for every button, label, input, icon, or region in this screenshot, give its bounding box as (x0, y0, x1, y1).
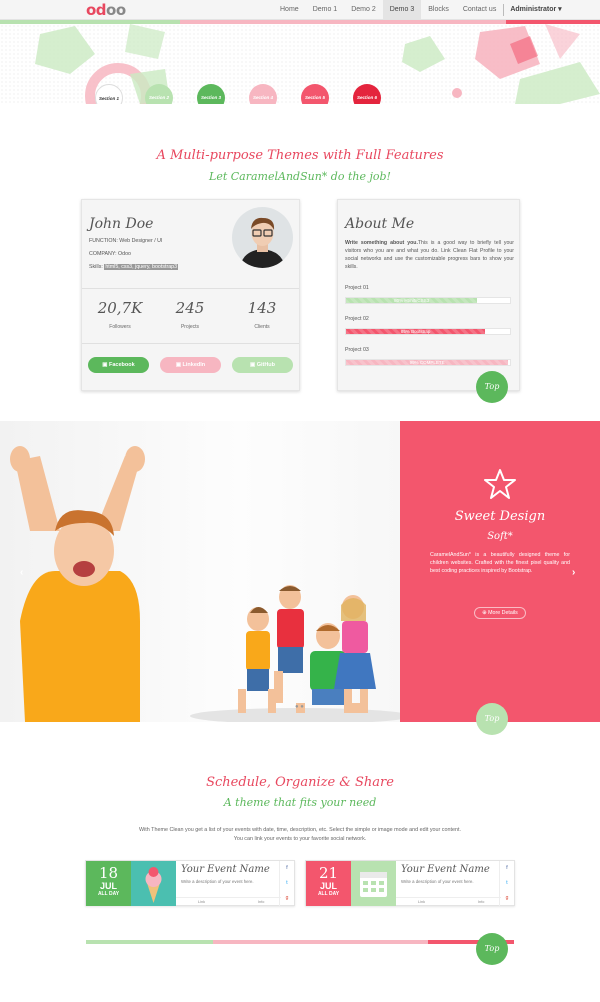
profile-name: John Doe (89, 216, 154, 232)
admin-dropdown[interactable]: Administrator ▾ (504, 0, 561, 19)
facebook-button[interactable]: ▣ Facebook (88, 357, 149, 373)
event-card-1[interactable]: 18 JUL ALL DAY Your Event Name Write a des… (85, 860, 295, 906)
slide-description: CaramelAndSun* is a beautifully designed… (430, 552, 570, 575)
main-menu: Home Demo 1 Demo 2 Demo 3 Blocks Contact… (273, 0, 562, 19)
linkedin-icon: ▣ (175, 362, 183, 368)
kids-illustration (10, 446, 410, 722)
facebook-icon[interactable]: f (500, 861, 514, 876)
google-plus-icon[interactable]: g (500, 891, 514, 906)
feature-slider: ‹ ● ● Sweet Design Soft* CaramelAndSun* … (0, 421, 600, 722)
event-info[interactable]: Info (258, 900, 264, 904)
schedule-subtitle: A theme that fits your need (223, 796, 377, 809)
ice-cream-icon (131, 861, 176, 906)
stat-followers: 20,7K Followers (97, 299, 143, 330)
avatar (232, 207, 293, 268)
section-1-button[interactable]: Section 1 (95, 84, 123, 104)
menu-contact-us[interactable]: Contact us (456, 0, 503, 19)
event-footer: Link Info (396, 897, 501, 906)
odoo-logo[interactable]: odoo (86, 1, 126, 19)
event-card-2[interactable]: 21 JUL ALL DAY Your Event Name Write a des… (305, 860, 515, 906)
twitter-icon[interactable]: t (500, 876, 514, 891)
project-3-bar: 99% COMPLETE (345, 359, 511, 366)
project-1-label: Project 01 (345, 285, 369, 291)
back-to-top-button-3[interactable]: Top (476, 933, 508, 965)
star-icon (484, 469, 516, 499)
menu-demo-3[interactable]: Demo 3 (382, 0, 422, 19)
menu-home[interactable]: Home (273, 0, 306, 19)
section-2-button[interactable]: Section 2 (145, 84, 173, 104)
menu-demo-2[interactable]: Demo 2 (344, 0, 383, 19)
event-description: Write a description of your event here. (181, 879, 254, 884)
event-social: f t g (279, 861, 294, 906)
menu-demo-1[interactable]: Demo 1 (306, 0, 345, 19)
hero-pattern: Section 1 Section 2 Section 3 Section 4 … (0, 24, 600, 104)
schedule-title: Schedule, Organize & Share (206, 775, 394, 790)
event-title: Your Event Name (181, 864, 270, 875)
github-icon: ▣ (249, 362, 257, 368)
skills-value: html5, css3, jquery, bootstrap3 (104, 264, 179, 270)
project-2-bar: 85% Bootstrap (345, 328, 511, 335)
slider-image: ‹ ● ● (0, 421, 410, 722)
profile-divider (82, 288, 299, 289)
about-text: Write something about you.This is a good… (345, 240, 514, 271)
project-2-label: Project 02 (345, 316, 369, 322)
slide-subtitle: Soft* (487, 531, 513, 542)
profile-card: John Doe FUNCTION: Web Designer / UI COM… (81, 199, 300, 391)
more-details-button[interactable]: ⊕ More Details (474, 607, 526, 619)
facebook-icon: ▣ (102, 362, 110, 368)
event-footer: Link Info (176, 897, 281, 906)
headline-subtitle: Let CaramelAndSun* do the job! (209, 170, 391, 183)
slide-title: Sweet Design (454, 509, 546, 524)
event-info[interactable]: Info (478, 900, 484, 904)
footer-bar-pink (213, 940, 428, 944)
slider-prev-icon[interactable]: ‹ (20, 567, 23, 578)
profile-divider-2 (82, 343, 299, 344)
schedule-intro: With Theme Clean you get a list of your … (138, 827, 461, 842)
event-date: 21 JUL ALL DAY (306, 861, 351, 906)
headline-title: A Multi-purpose Themes with Full Feature… (156, 148, 444, 163)
slider-dots[interactable]: ● ● (295, 704, 304, 710)
about-card: About Me Write something about you.This … (337, 199, 520, 391)
event-link[interactable]: Link (198, 900, 205, 904)
linkedin-button[interactable]: ▣ LinkedIn (160, 357, 221, 373)
profile-company: COMPANY: Odoo (89, 251, 131, 257)
section-3-button[interactable]: Section 3 (197, 84, 225, 104)
project-3-label: Project 03 (345, 347, 369, 353)
navbar: odoo Home Demo 1 Demo 2 Demo 3 Blocks Co… (0, 0, 600, 20)
project-1-bar: 80% Html5/CSS3 (345, 297, 511, 304)
section-6-button[interactable]: Section 6 (353, 84, 381, 104)
event-social: f t g (499, 861, 514, 906)
calendar-icon (351, 861, 396, 906)
slider-next-icon[interactable]: › (572, 567, 575, 578)
profile-skills: Skills: html5, css3, jquery, bootstrap3 (89, 264, 179, 270)
back-to-top-button-2[interactable]: Top (476, 703, 508, 735)
event-link[interactable]: Link (418, 900, 425, 904)
google-plus-icon[interactable]: g (280, 891, 294, 906)
event-title: Your Event Name (401, 864, 490, 875)
event-description: Write a description of your event here. (401, 879, 474, 884)
menu-blocks[interactable]: Blocks (421, 0, 456, 19)
stat-clients: 143 Clients (247, 299, 277, 330)
event-date: 18 JUL ALL DAY (86, 861, 131, 906)
section-4-button[interactable]: Section 4 (249, 84, 277, 104)
github-button[interactable]: ▣ GitHub (232, 357, 293, 373)
back-to-top-button[interactable]: Top (476, 371, 508, 403)
footer-bar-green (86, 940, 213, 944)
facebook-icon[interactable]: f (280, 861, 294, 876)
section-5-button[interactable]: Section 5 (301, 84, 329, 104)
twitter-icon[interactable]: t (280, 876, 294, 891)
decorative-shapes (35, 24, 600, 104)
about-title: About Me (345, 216, 415, 232)
stat-projects: 245 Projects (175, 299, 205, 330)
profile-function: FUNCTION: Web Designer / UI (89, 238, 163, 244)
